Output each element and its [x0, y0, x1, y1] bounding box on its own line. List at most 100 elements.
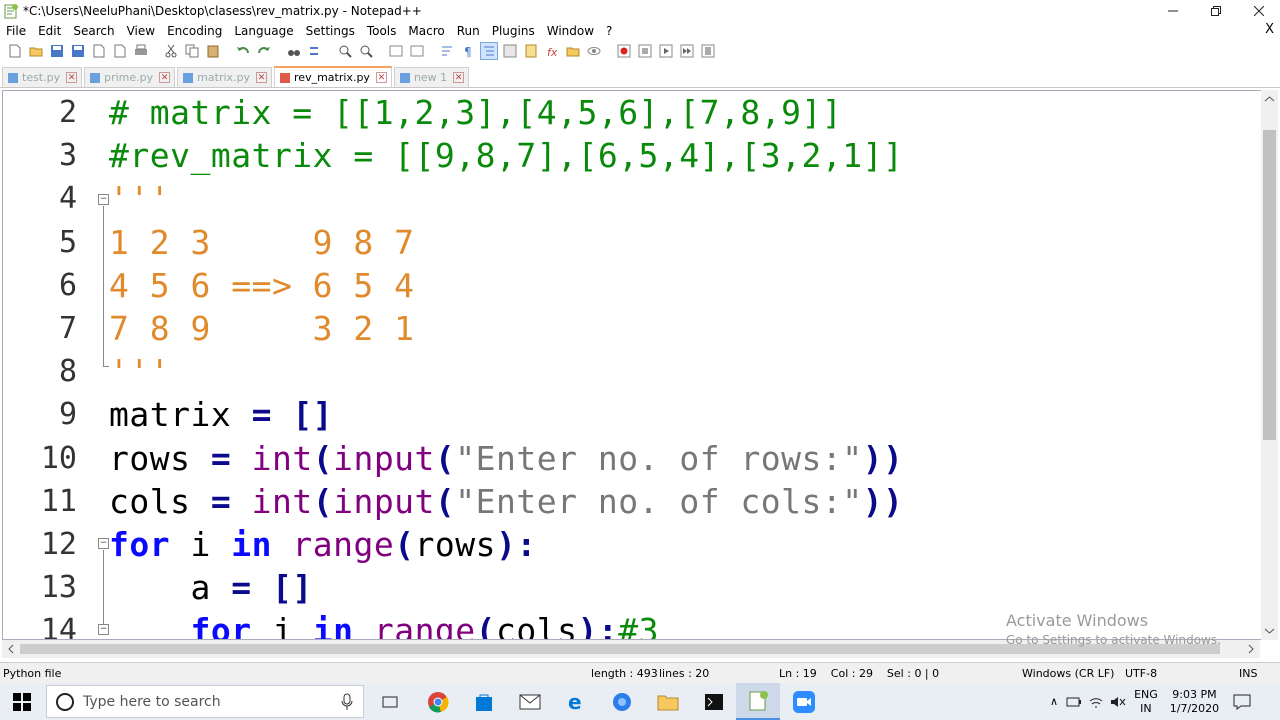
- taskbar-browser[interactable]: [600, 683, 644, 720]
- open-file-button[interactable]: [27, 42, 45, 60]
- sync-vertical-button[interactable]: [387, 42, 405, 60]
- fold-toggle-icon[interactable]: −: [98, 538, 109, 549]
- menu-macro[interactable]: Macro: [402, 24, 450, 38]
- close-file-button[interactable]: [90, 42, 108, 60]
- code-editor[interactable]: 2 # matrix = [[1,2,3],[4,5,6],[7,8,9]] 3 #r…: [2, 90, 1278, 640]
- show-all-chars-button[interactable]: ¶: [459, 42, 477, 60]
- menu-settings[interactable]: Settings: [300, 24, 361, 38]
- code-token: (: [434, 438, 456, 478]
- paste-button[interactable]: [204, 42, 222, 60]
- menu-tools[interactable]: Tools: [361, 24, 403, 38]
- tab-rev-matrix-py[interactable]: rev_matrix.py ✕: [274, 66, 392, 87]
- tab-prime-py[interactable]: prime.py ✕: [84, 67, 176, 87]
- tab-close-icon[interactable]: ✕: [375, 72, 387, 83]
- stop-macro-button[interactable]: [636, 42, 654, 60]
- restore-button[interactable]: [1194, 0, 1237, 22]
- fold-toggle-icon[interactable]: −: [98, 624, 109, 635]
- close-file-icon: [93, 44, 105, 58]
- taskbar-file-explorer[interactable]: [646, 683, 690, 720]
- save-macro-button[interactable]: [699, 42, 717, 60]
- close-button[interactable]: [1237, 0, 1280, 22]
- udl-button[interactable]: [501, 42, 519, 60]
- menu-file[interactable]: File: [0, 24, 32, 38]
- start-button[interactable]: [0, 683, 44, 720]
- menu-search[interactable]: Search: [67, 24, 120, 38]
- input-language[interactable]: ENG IN: [1134, 688, 1158, 716]
- clock[interactable]: 9:03 PM 1/7/2020: [1170, 688, 1219, 716]
- close-document-button[interactable]: X: [1265, 22, 1274, 37]
- status-eol[interactable]: Windows (CR LF): [1022, 667, 1114, 680]
- taskbar-store[interactable]: [462, 683, 506, 720]
- tab-close-icon[interactable]: ✕: [66, 72, 78, 83]
- menu-window[interactable]: Window: [541, 24, 600, 38]
- menu-edit[interactable]: Edit: [32, 24, 67, 38]
- doc-map-button[interactable]: [522, 42, 540, 60]
- battery-icon[interactable]: [1066, 695, 1082, 709]
- taskbar-terminal[interactable]: [692, 683, 736, 720]
- run-macro-multiple-button[interactable]: [678, 42, 696, 60]
- new-file-button[interactable]: [6, 42, 24, 60]
- wifi-icon[interactable]: [1088, 695, 1104, 709]
- taskbar-zoom[interactable]: [782, 683, 826, 720]
- replace-button[interactable]: [306, 42, 324, 60]
- menu-encoding[interactable]: Encoding: [161, 24, 228, 38]
- action-center-icon[interactable]: [1233, 694, 1251, 710]
- code-line: 4 ''': [3, 177, 1263, 220]
- tab-test-py[interactable]: test.py ✕: [2, 67, 83, 87]
- tab-matrix-py[interactable]: matrix.py ✕: [177, 67, 273, 87]
- indent-guide-button[interactable]: [480, 42, 498, 60]
- status-encoding[interactable]: UTF-8: [1125, 667, 1157, 680]
- copy-button[interactable]: [183, 42, 201, 60]
- function-list-button[interactable]: fx: [543, 42, 561, 60]
- redo-button[interactable]: [255, 42, 273, 60]
- menu-plugins[interactable]: Plugins: [486, 24, 541, 38]
- save-all-button[interactable]: [69, 42, 87, 60]
- record-macro-button[interactable]: [615, 42, 633, 60]
- print-button[interactable]: [132, 42, 150, 60]
- show-hidden-icons-icon[interactable]: ∧: [1050, 695, 1058, 708]
- zoom-in-button[interactable]: [336, 42, 354, 60]
- find-button[interactable]: [285, 42, 303, 60]
- minimize-button[interactable]: [1151, 0, 1194, 22]
- speaker-muted-icon[interactable]: [1110, 695, 1126, 709]
- vertical-scrollbar[interactable]: [1261, 90, 1278, 640]
- close-all-button[interactable]: [111, 42, 129, 60]
- code-token: = []: [251, 395, 334, 435]
- tab-new-1[interactable]: new 1 ✕: [393, 67, 470, 87]
- code-text: 7 8 9 3 2 1: [109, 309, 415, 348]
- line-number: 8: [58, 354, 77, 390]
- monitoring-button[interactable]: [585, 42, 603, 60]
- code-token: (: [394, 525, 415, 564]
- menu-language[interactable]: Language: [228, 24, 299, 38]
- window-title: *C:\Users\NeeluPhani\Desktop\clasess\rev…: [23, 4, 422, 18]
- scroll-thumb[interactable]: [1263, 130, 1276, 440]
- tab-close-icon[interactable]: ✕: [159, 72, 171, 83]
- folder-workspace-button[interactable]: [564, 42, 582, 60]
- zoom-out-button[interactable]: [357, 42, 375, 60]
- taskbar-mail[interactable]: [508, 683, 552, 720]
- task-view-button[interactable]: [370, 683, 410, 720]
- menu-help[interactable]: ?: [600, 24, 618, 38]
- taskbar-search-box[interactable]: Type here to search: [46, 685, 364, 718]
- menu-view[interactable]: View: [121, 24, 161, 38]
- play-macro-button[interactable]: [657, 42, 675, 60]
- sync-horizontal-button[interactable]: [408, 42, 426, 60]
- tab-label: rev_matrix.py: [294, 71, 370, 84]
- status-insert-mode[interactable]: INS: [1239, 667, 1257, 680]
- taskbar-notepadpp[interactable]: [736, 683, 780, 720]
- taskbar-edge[interactable]: e: [554, 683, 598, 720]
- tab-close-icon[interactable]: ✕: [256, 72, 268, 83]
- tab-bar: test.py ✕ prime.py ✕ matrix.py ✕ rev_mat…: [0, 66, 1280, 88]
- fold-line: [103, 206, 104, 366]
- save-button[interactable]: [48, 42, 66, 60]
- undo-button[interactable]: [234, 42, 252, 60]
- microphone-icon[interactable]: [341, 693, 353, 711]
- menu-run[interactable]: Run: [451, 24, 486, 38]
- fold-toggle-icon[interactable]: −: [98, 194, 109, 205]
- word-wrap-icon: [442, 46, 452, 56]
- cut-button[interactable]: [162, 42, 180, 60]
- tab-close-icon[interactable]: ✕: [453, 72, 465, 83]
- taskbar-chrome[interactable]: [416, 683, 460, 720]
- word-wrap-button[interactable]: [438, 42, 456, 60]
